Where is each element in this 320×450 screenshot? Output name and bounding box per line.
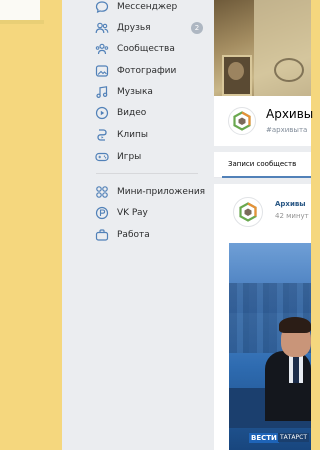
sidebar-item-friends[interactable]: Друзья 2 xyxy=(95,18,211,38)
archive-logo-icon xyxy=(239,202,257,222)
vk-pay-icon xyxy=(95,206,109,220)
paper-sheet xyxy=(0,0,40,20)
video-play-icon xyxy=(95,106,109,120)
clips-icon xyxy=(95,128,109,142)
sidebar-item-label: VK Pay xyxy=(117,208,148,218)
community-cover-image xyxy=(214,0,311,96)
sidebar-item-label: Сообщества xyxy=(117,44,175,54)
friends-count-badge: 2 xyxy=(191,22,203,34)
sidebar-item-communities[interactable]: Сообщества xyxy=(95,39,211,59)
sidebar-item-work[interactable]: Работа xyxy=(95,225,211,245)
sidebar-item-mini-apps[interactable]: Мини-приложения xyxy=(95,182,211,202)
community-avatar[interactable] xyxy=(228,107,256,135)
mini-apps-icon xyxy=(95,185,109,199)
chat-bubble-icon xyxy=(95,0,109,14)
friends-icon xyxy=(95,21,109,35)
sidebar-item-photos[interactable]: Фотографии xyxy=(95,61,211,81)
communities-icon xyxy=(95,42,109,56)
photos-icon xyxy=(95,64,109,78)
sidebar-item-label: Фотографии xyxy=(117,66,177,76)
sidebar-item-label: Видео xyxy=(117,108,147,118)
community-hashtag[interactable]: #архивыта xyxy=(266,126,307,134)
sidebar-item-vk-pay[interactable]: VK Pay xyxy=(95,203,211,223)
sidebar-item-video[interactable]: Видео xyxy=(95,103,211,123)
tab-community-posts[interactable]: Записи сообществ xyxy=(228,160,296,168)
community-title[interactable]: Архивы xyxy=(266,107,313,121)
post-author-avatar[interactable] xyxy=(233,197,263,227)
sidebar-item-label: Друзья xyxy=(117,23,151,33)
sidebar-item-messenger[interactable]: Мессенджер xyxy=(95,0,211,17)
sidebar-item-label: Мини-приложения xyxy=(117,187,206,197)
sidebar-item-label: Работа xyxy=(117,230,150,240)
sidebar-item-label: Клипы xyxy=(117,130,148,140)
archive-logo-icon xyxy=(233,111,251,131)
sidebar-item-label: Музыка xyxy=(117,87,153,97)
music-note-icon xyxy=(95,85,109,99)
briefcase-icon xyxy=(95,228,109,242)
sidebar-divider xyxy=(96,173,198,174)
active-tab-indicator xyxy=(222,176,311,178)
tv-channel-logo: ВЕСТИ xyxy=(249,433,279,443)
tv-region-label: ТАТАРСТ xyxy=(278,433,310,442)
post-timestamp[interactable]: 42 минут xyxy=(275,212,309,220)
sidebar-item-games[interactable]: Игры xyxy=(95,147,211,167)
paper-shadow xyxy=(0,20,44,24)
sidebar-item-label: Игры xyxy=(117,152,142,162)
post-video-thumbnail[interactable] xyxy=(229,243,311,450)
sidebar-item-music[interactable]: Музыка xyxy=(95,82,211,102)
post-author-name[interactable]: Архивы xyxy=(275,200,306,208)
sidebar-item-clips[interactable]: Клипы xyxy=(95,125,211,145)
gamepad-icon xyxy=(95,150,109,164)
sidebar-item-label: Мессенджер xyxy=(117,2,178,12)
